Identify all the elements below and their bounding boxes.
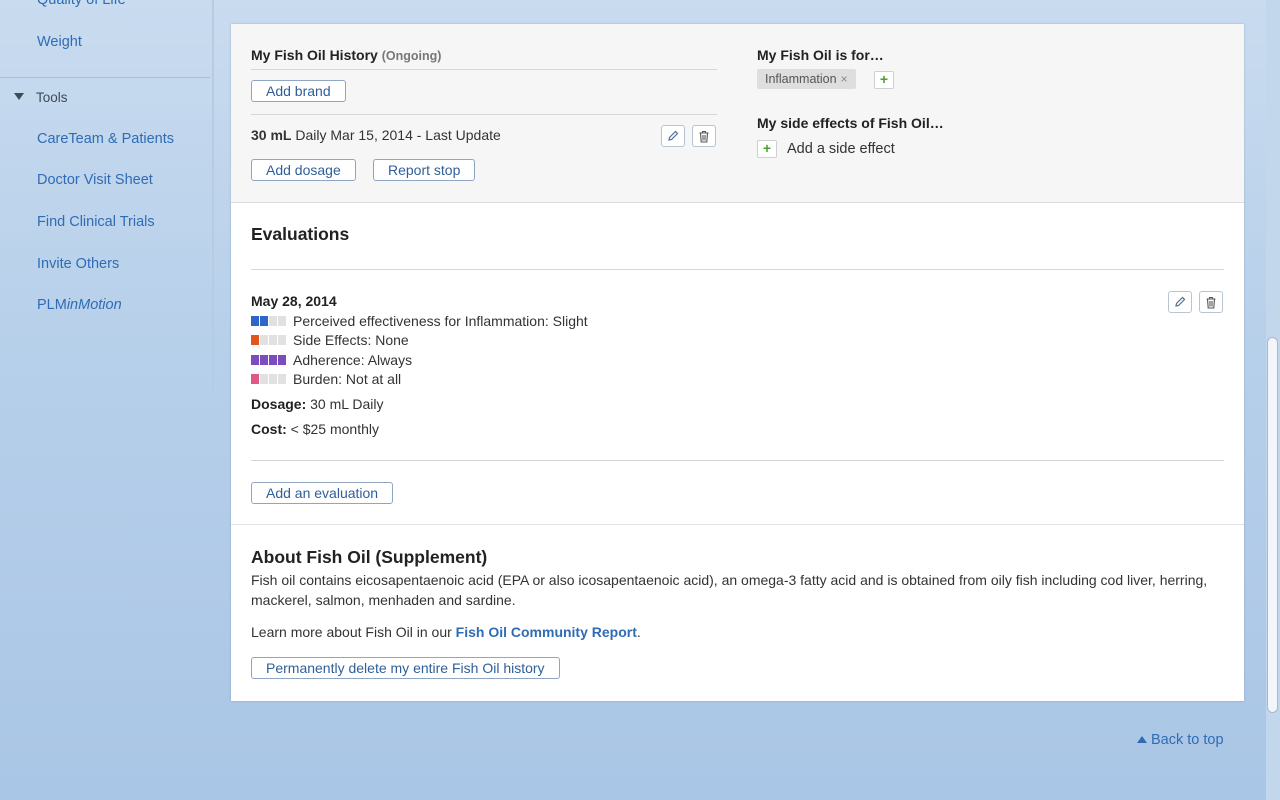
tools-heading: Tools (36, 90, 68, 105)
rating-bars (251, 354, 287, 365)
rating-segment (260, 315, 268, 326)
sidebar-item-weight[interactable]: Weight (37, 34, 82, 50)
rating-bars (251, 373, 287, 384)
add-dosage-button[interactable]: Add dosage (251, 159, 356, 181)
rating-bars (251, 334, 287, 345)
evaluations-divider (251, 269, 1224, 270)
delete-evaluation-button[interactable] (1199, 291, 1223, 313)
rating-burden: Burden: Not at all (251, 369, 401, 388)
rating-label: Burden: Not at all (293, 370, 402, 387)
rating-segment (260, 354, 268, 365)
rating-segment (260, 334, 268, 345)
history-divider (251, 69, 717, 70)
history-status: (Ongoing) (381, 49, 442, 63)
dosage-detail: Daily Mar 15, 2014 - Last Update (295, 127, 501, 143)
sidebar-item-plminmotion[interactable]: PLMinMotion (37, 297, 122, 313)
rating-segment (278, 373, 286, 384)
rating-segment (269, 334, 277, 345)
sidebar-item-doctor-visit-sheet[interactable]: Doctor Visit Sheet (37, 172, 153, 188)
add-brand-button[interactable]: Add brand (251, 80, 346, 102)
rating-segment (251, 315, 259, 326)
rating-label: Adherence: Always (293, 351, 413, 368)
history-divider-2 (251, 114, 717, 115)
rating-side-effects: Side Effects: None (251, 330, 409, 349)
evaluation-dosage: Dosage: 30 mL Daily (251, 396, 384, 412)
about-description: Fish oil contains eicosapentaenoic acid … (251, 572, 1208, 608)
history-title-text: My Fish Oil History (251, 47, 378, 63)
triangle-down-icon (14, 93, 24, 100)
tools-section-toggle[interactable]: Tools (14, 90, 68, 105)
sidebar-item-careteam[interactable]: CareTeam & Patients (37, 131, 174, 147)
learn-more-line: Learn more about Fish Oil in our Fish Oi… (251, 624, 641, 640)
learn-more-suffix: . (636, 624, 641, 640)
cost-label: Cost: (251, 421, 287, 437)
rating-segment (251, 373, 259, 384)
rating-segment (278, 334, 286, 345)
cost-value: < $25 monthly (290, 421, 380, 437)
rating-segment (260, 373, 268, 384)
about-title: About Fish Oil (Supplement) (251, 547, 488, 567)
report-stop-button[interactable]: Report stop (373, 159, 476, 181)
rating-segment (269, 354, 277, 365)
treatment-panel: My Fish Oil History (Ongoing) Add brand … (231, 24, 1244, 701)
history-section: My Fish Oil History (Ongoing) Add brand … (231, 24, 1244, 203)
rating-segment (278, 315, 286, 326)
about-divider (231, 524, 1244, 525)
rating-label: Side Effects: None (293, 331, 409, 348)
dosage-line: 30 mL Daily Mar 15, 2014 - Last Update (251, 127, 501, 143)
remove-tag-icon[interactable]: × (841, 72, 848, 86)
condition-tag-label: Inflammation (765, 72, 837, 86)
edit-dosage-button[interactable] (661, 125, 685, 147)
delete-history-button[interactable]: Permanently delete my entire Fish Oil hi… (251, 657, 560, 679)
add-evaluation-button[interactable]: Add an evaluation (251, 482, 394, 504)
dosage-label: Dosage: (251, 396, 307, 412)
dosage-amount: 30 mL (251, 127, 292, 143)
rating-segment (251, 354, 259, 365)
trash-icon (699, 130, 709, 143)
arrow-up-icon (1137, 736, 1147, 743)
learn-more-prefix: Learn more about Fish Oil in our (251, 624, 452, 640)
rating-segment (251, 334, 259, 345)
purpose-title: My Fish Oil is for… (757, 47, 884, 63)
evaluations-title: Evaluations (251, 224, 350, 244)
plm-suffix: inMotion (66, 297, 122, 313)
rating-segment (269, 315, 277, 326)
add-side-effect-plus[interactable]: + (757, 140, 777, 158)
add-side-effect-link[interactable]: Add a side effect (787, 141, 895, 157)
plm-prefix: PLM (37, 297, 67, 313)
rating-adherence: Adherence: Always (251, 350, 412, 369)
rating-bars (251, 315, 287, 326)
trash-icon (1206, 296, 1216, 309)
pencil-icon (1175, 296, 1186, 307)
rating-label: Perceived effectiveness for Inflammation… (293, 312, 588, 329)
sidebar-item-find-clinical-trials[interactable]: Find Clinical Trials (37, 214, 155, 230)
back-to-top-label: Back to top (1151, 732, 1224, 748)
sidebar-divider (0, 77, 210, 78)
evaluation-date: May 28, 2014 (251, 293, 337, 309)
edit-evaluation-button[interactable] (1168, 291, 1192, 313)
scrollbar-thumb[interactable] (1267, 337, 1278, 713)
back-to-top-link[interactable]: Back to top (1137, 732, 1224, 748)
side-effects-title: My side effects of Fish Oil… (757, 115, 944, 131)
community-report-link[interactable]: Fish Oil Community Report (456, 624, 637, 640)
evaluation-cost: Cost: < $25 monthly (251, 421, 379, 437)
delete-dosage-button[interactable] (692, 125, 716, 147)
evaluation-end-divider (251, 460, 1224, 461)
sidebar: Quality of Life Weight Tools CareTeam & … (0, 0, 214, 392)
condition-tag: Inflammation × (757, 69, 856, 89)
rating-segment (278, 354, 286, 365)
sidebar-item-invite-others[interactable]: Invite Others (37, 256, 119, 272)
rating-effectiveness: Perceived effectiveness for Inflammation… (251, 311, 588, 330)
dosage-value: 30 mL Daily (310, 396, 384, 412)
pencil-icon (668, 130, 679, 141)
sidebar-item-quality-of-life[interactable]: Quality of Life (37, 0, 126, 8)
rating-segment (269, 373, 277, 384)
add-condition-button[interactable]: + (874, 71, 894, 89)
history-title: My Fish Oil History (Ongoing) (251, 47, 441, 63)
